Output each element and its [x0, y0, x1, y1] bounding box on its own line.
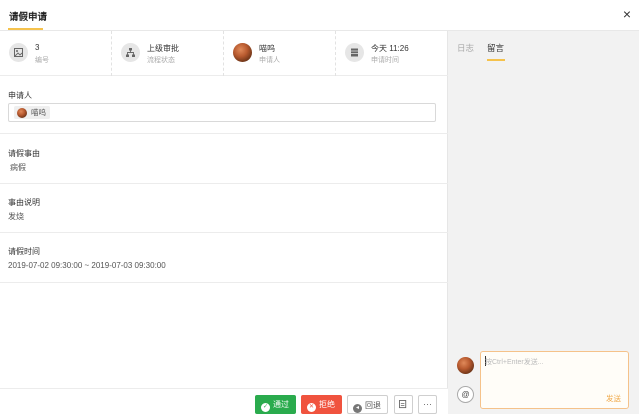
applicant-avatar [233, 43, 252, 62]
stat-flow-status: 上级审批 流程状态 [112, 31, 224, 76]
apply-time-value: 今天 11:26 [371, 44, 409, 53]
pass-button[interactable]: ✓ 通过 [255, 395, 296, 414]
tab-log[interactable]: 日志 [457, 42, 474, 54]
reason-field-value: 病假 [10, 163, 26, 172]
page-title: 请假申请 [9, 12, 48, 23]
time-field-value: 2019-07-02 09:30:00 ~ 2019-07-03 09:30:0… [8, 261, 166, 270]
stat-apply-time: 今天 11:26 申请时间 [336, 31, 448, 76]
pass-button-label: 通过 [273, 400, 289, 409]
description-section: 事由说明 发烧 [0, 184, 448, 233]
more-icon: ··· [423, 399, 432, 409]
info-stats-bar: 3 编号 上级审批 流程状态 喵呜 申请人 今天 11:26 申请时间 [0, 31, 448, 76]
image-icon [9, 43, 28, 62]
applicant-picker[interactable]: 喵呜 [8, 103, 436, 122]
applicant-field-label: 申请人 [8, 91, 32, 100]
time-field-label: 请假时间 [8, 247, 40, 256]
main-panel: 3 编号 上级审批 流程状态 喵呜 申请人 今天 11:26 申请时间 申请人 … [0, 31, 448, 414]
table-icon [345, 43, 364, 62]
send-button[interactable]: 发送 [606, 393, 621, 404]
active-tab-indicator [487, 59, 505, 61]
serial-number-label: 编号 [35, 57, 49, 64]
current-user-avatar [457, 357, 474, 374]
message-input[interactable]: 按Ctrl+Enter发送... 发送 [480, 351, 629, 409]
tab-message[interactable]: 留言 [487, 42, 504, 54]
close-icon[interactable]: × [620, 6, 634, 22]
stat-serial-number: 3 编号 [0, 31, 112, 76]
time-section: 请假时间 2019-07-02 09:30:00 ~ 2019-07-03 09… [0, 233, 448, 283]
apply-time-label: 申请时间 [371, 57, 399, 64]
rollback-button[interactable]: ◂ 回退 [347, 395, 388, 414]
serial-number-value: 3 [35, 43, 40, 52]
reject-button-label: 拒绝 [319, 400, 335, 409]
org-chart-icon [121, 43, 140, 62]
check-icon: ✓ [261, 403, 270, 412]
reason-field-label: 请假事由 [8, 149, 40, 158]
reject-button[interactable]: ✕ 拒绝 [301, 395, 342, 414]
description-field-value: 发烧 [8, 212, 24, 221]
save-button[interactable] [394, 395, 413, 414]
reason-section: 请假事由 病假 [0, 134, 448, 184]
back-arrow-icon: ◂ [353, 404, 362, 413]
top-bar: 请假申请 × [0, 0, 639, 31]
message-placeholder: 按Ctrl+Enter发送... [485, 359, 544, 366]
applicant-chip[interactable]: 喵呜 [14, 106, 50, 119]
action-bar: ✓ 通过 ✕ 拒绝 ◂ 回退 ··· [0, 388, 448, 414]
mention-button[interactable]: @ [457, 386, 474, 403]
stat-applicant: 喵呜 申请人 [224, 31, 336, 76]
save-icon [399, 400, 407, 409]
rollback-button-label: 回退 [365, 401, 381, 410]
chip-avatar [17, 107, 27, 118]
description-field-label: 事由说明 [8, 198, 40, 207]
side-panel: 日志 留言 @ 按Ctrl+Enter发送... 发送 [448, 31, 639, 414]
title-underline [8, 28, 43, 30]
applicant-label: 申请人 [259, 57, 280, 64]
cross-icon: ✕ [307, 403, 316, 412]
applicant-value: 喵呜 [259, 44, 275, 53]
more-button[interactable]: ··· [418, 395, 437, 414]
flow-status-label: 流程状态 [147, 57, 175, 64]
flow-status-value: 上级审批 [147, 44, 179, 53]
applicant-chip-label: 喵呜 [31, 108, 46, 117]
